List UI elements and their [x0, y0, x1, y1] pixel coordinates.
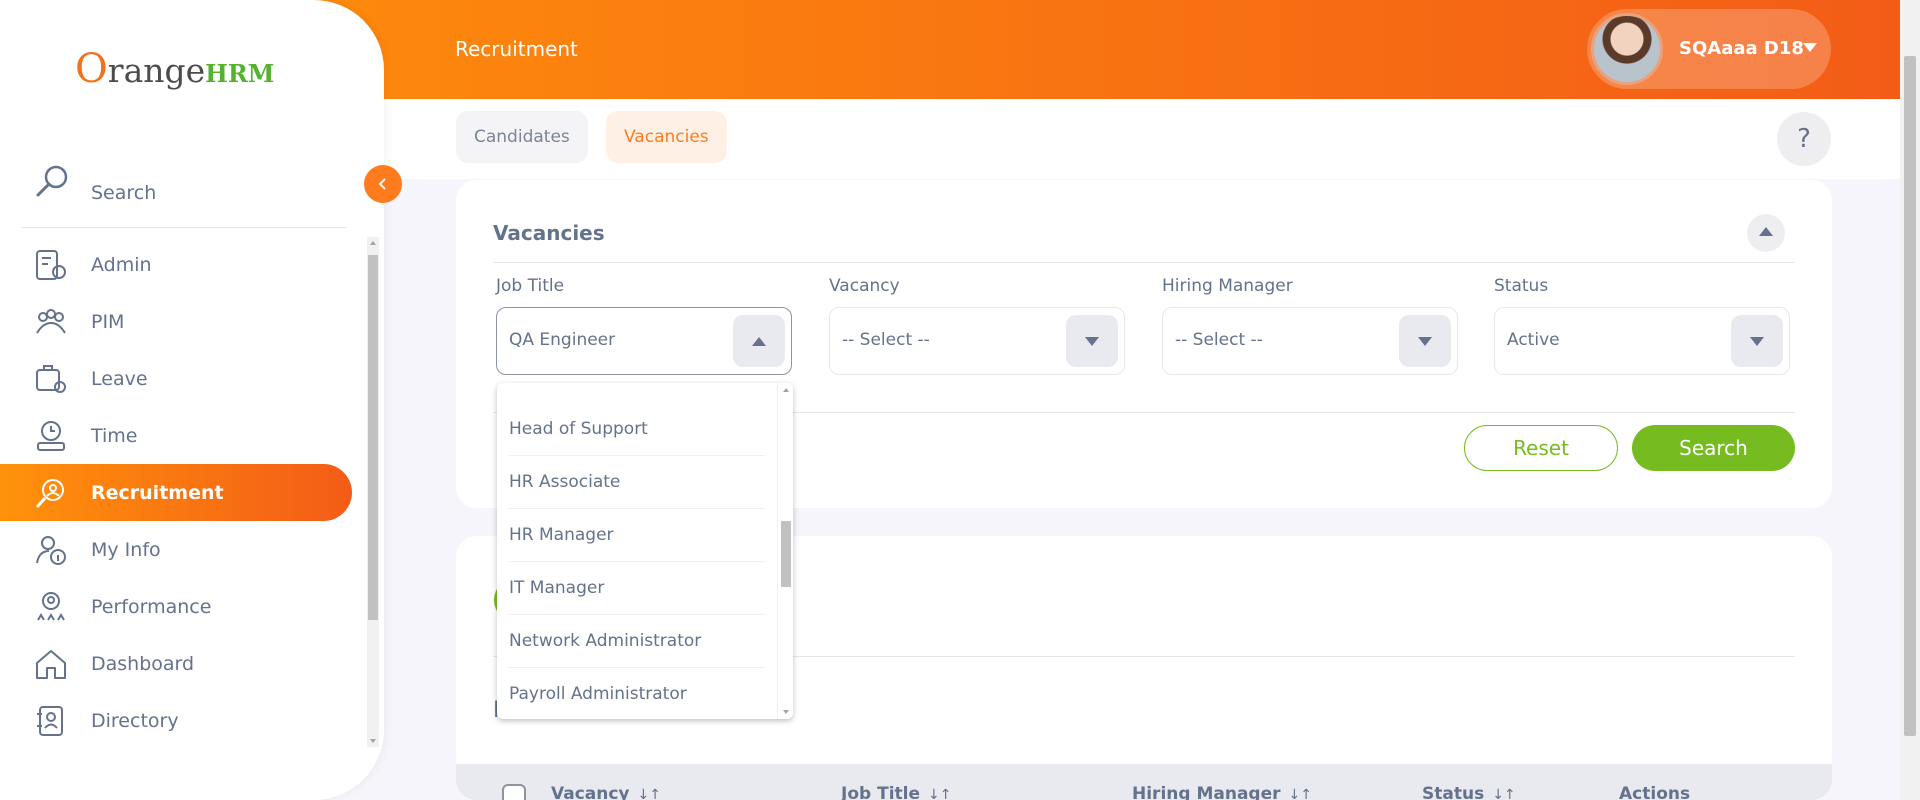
job-title-value: QA Engineer	[509, 330, 616, 350]
job-title-label: Job Title	[496, 276, 565, 296]
column-status[interactable]: Status ↓↑	[1422, 784, 1516, 800]
sidebar-item-label: Admin	[91, 253, 152, 276]
sidebar-scrollbar[interactable]	[367, 237, 379, 747]
column-hiring-manager[interactable]: Hiring Manager ↓↑	[1132, 784, 1312, 800]
sort-icon[interactable]: ↓↑	[638, 787, 661, 800]
leave-icon	[36, 364, 66, 393]
reset-button[interactable]: Reset	[1464, 425, 1618, 471]
dropdown-scrollbar-thumb[interactable]	[781, 521, 791, 587]
sort-icon[interactable]: ↓↑	[928, 787, 951, 800]
dropdown-option[interactable]: IT Manager	[509, 562, 765, 615]
vacancy-select[interactable]: -- Select --	[829, 307, 1125, 375]
sidebar-item-time[interactable]: Time	[0, 407, 352, 464]
sidebar-item-pim[interactable]: PIM	[0, 293, 352, 350]
vacancy-label: Vacancy	[829, 276, 900, 296]
sidebar-item-label: My Info	[91, 538, 161, 561]
caret-down-icon[interactable]	[1399, 315, 1451, 367]
caret-down-icon[interactable]	[1066, 315, 1118, 367]
avatar	[1591, 13, 1663, 85]
sidebar-item-admin[interactable]: Admin	[0, 236, 352, 293]
filter-title: Vacancies	[493, 221, 605, 245]
column-label: Vacancy	[551, 784, 630, 800]
search-icon	[36, 165, 68, 197]
page-scrollbar-thumb[interactable]	[1904, 56, 1916, 736]
sub-navigation: Candidates Vacancies ?	[384, 99, 1900, 179]
table-header: Vacancy ↓↑ Job Title ↓↑ Hiring Manager ↓↑ S…	[456, 764, 1832, 800]
caret-down-icon[interactable]	[1731, 315, 1783, 367]
performance-icon	[37, 591, 65, 621]
tab-vacancies[interactable]: Vacancies	[606, 111, 727, 163]
user-name: SQAaaa D18	[1679, 38, 1804, 59]
directory-icon	[37, 705, 63, 736]
job-title-dropdown[interactable]: Head of Support HR Associate HR Manager …	[497, 383, 793, 719]
column-job-title[interactable]: Job Title ↓↑	[841, 784, 951, 800]
dropdown-option[interactable]: Head of Support	[509, 403, 765, 456]
pim-icon	[36, 308, 66, 334]
hiring-manager-label: Hiring Manager	[1162, 276, 1293, 296]
vacancy-value: -- Select --	[842, 330, 930, 350]
sidebar-item-label: Performance	[91, 595, 212, 618]
sort-icon[interactable]: ↓↑	[1492, 787, 1515, 800]
sidebar-item-dashboard[interactable]: Dashboard	[0, 635, 352, 692]
page-title: Recruitment	[455, 37, 578, 61]
scroll-up-icon[interactable]	[370, 241, 376, 245]
column-vacancy[interactable]: Vacancy ↓↑	[551, 784, 661, 800]
caret-up-icon[interactable]	[733, 315, 785, 367]
sidebar-item-performance[interactable]: Performance	[0, 578, 352, 635]
status-value: Active	[1507, 330, 1560, 350]
select-all-checkbox[interactable]	[502, 784, 526, 800]
sort-icon[interactable]: ↓↑	[1289, 787, 1312, 800]
sidebar-item-recruitment[interactable]: Recruitment	[0, 464, 352, 521]
dashboard-icon	[36, 649, 66, 679]
job-title-select[interactable]: QA Engineer	[496, 307, 792, 375]
dropdown-option[interactable]: Network Administrator	[509, 615, 765, 668]
time-icon	[37, 420, 65, 451]
admin-icon	[36, 249, 66, 280]
search-button[interactable]: Search	[1632, 425, 1795, 471]
sidebar-item-directory[interactable]: Directory	[0, 692, 352, 749]
user-dropdown[interactable]: SQAaaa D18	[1587, 9, 1831, 89]
hiring-manager-select[interactable]: -- Select --	[1162, 307, 1458, 375]
dropdown-option[interactable]: Payroll Administrator	[509, 668, 765, 719]
dropdown-scrollbar[interactable]	[777, 383, 793, 719]
collapse-card-button[interactable]	[1747, 214, 1785, 252]
caret-down-icon	[1803, 43, 1817, 52]
recruitment-icon	[35, 478, 64, 508]
column-label: Status	[1422, 784, 1485, 800]
logo-o: O	[75, 46, 108, 92]
column-label: Hiring Manager	[1132, 784, 1281, 800]
sidebar-item-label: Dashboard	[91, 652, 195, 675]
sidebar-item-label: Leave	[91, 367, 148, 390]
dropdown-option[interactable]: HR Associate	[509, 456, 765, 509]
sidebar-item-label: Recruitment	[91, 481, 224, 504]
sidebar-scrollbar-thumb[interactable]	[368, 255, 378, 620]
chevron-left-icon	[378, 178, 386, 190]
column-label: Job Title	[841, 784, 920, 800]
dropdown-option[interactable]: HR Manager	[509, 509, 765, 562]
orangehrm-logo[interactable]: OrangeHRM	[75, 46, 274, 92]
logo-hrm: HRM	[205, 59, 275, 88]
status-select[interactable]: Active	[1494, 307, 1790, 375]
sidebar-item-label: Time	[91, 424, 138, 447]
hiring-manager-value: -- Select --	[1175, 330, 1263, 350]
sidebar-item-label: Directory	[91, 709, 179, 732]
sidebar-item-label: PIM	[91, 310, 125, 333]
sidebar-search-label: Search	[91, 182, 157, 204]
divider	[493, 262, 1795, 263]
tab-candidates[interactable]: Candidates	[456, 111, 588, 163]
scroll-down-icon[interactable]	[783, 710, 789, 714]
page-scrollbar[interactable]	[1900, 0, 1920, 800]
sidebar-search[interactable]: Search	[22, 160, 346, 228]
logo-range: range	[107, 51, 206, 90]
my-info-icon	[36, 535, 66, 565]
sidebar-item-leave[interactable]: Leave	[0, 350, 352, 407]
scroll-down-icon[interactable]	[370, 739, 376, 743]
status-label: Status	[1494, 276, 1549, 296]
scroll-up-icon[interactable]	[783, 388, 789, 392]
sidebar-item-my-info[interactable]: My Info	[0, 521, 352, 578]
sidebar-collapse-button[interactable]	[364, 165, 402, 203]
sidebar: OrangeHRM Search Admin PIM Leave Time Re…	[0, 0, 384, 800]
column-actions: Actions	[1619, 784, 1691, 800]
help-button[interactable]: ?	[1777, 112, 1831, 166]
